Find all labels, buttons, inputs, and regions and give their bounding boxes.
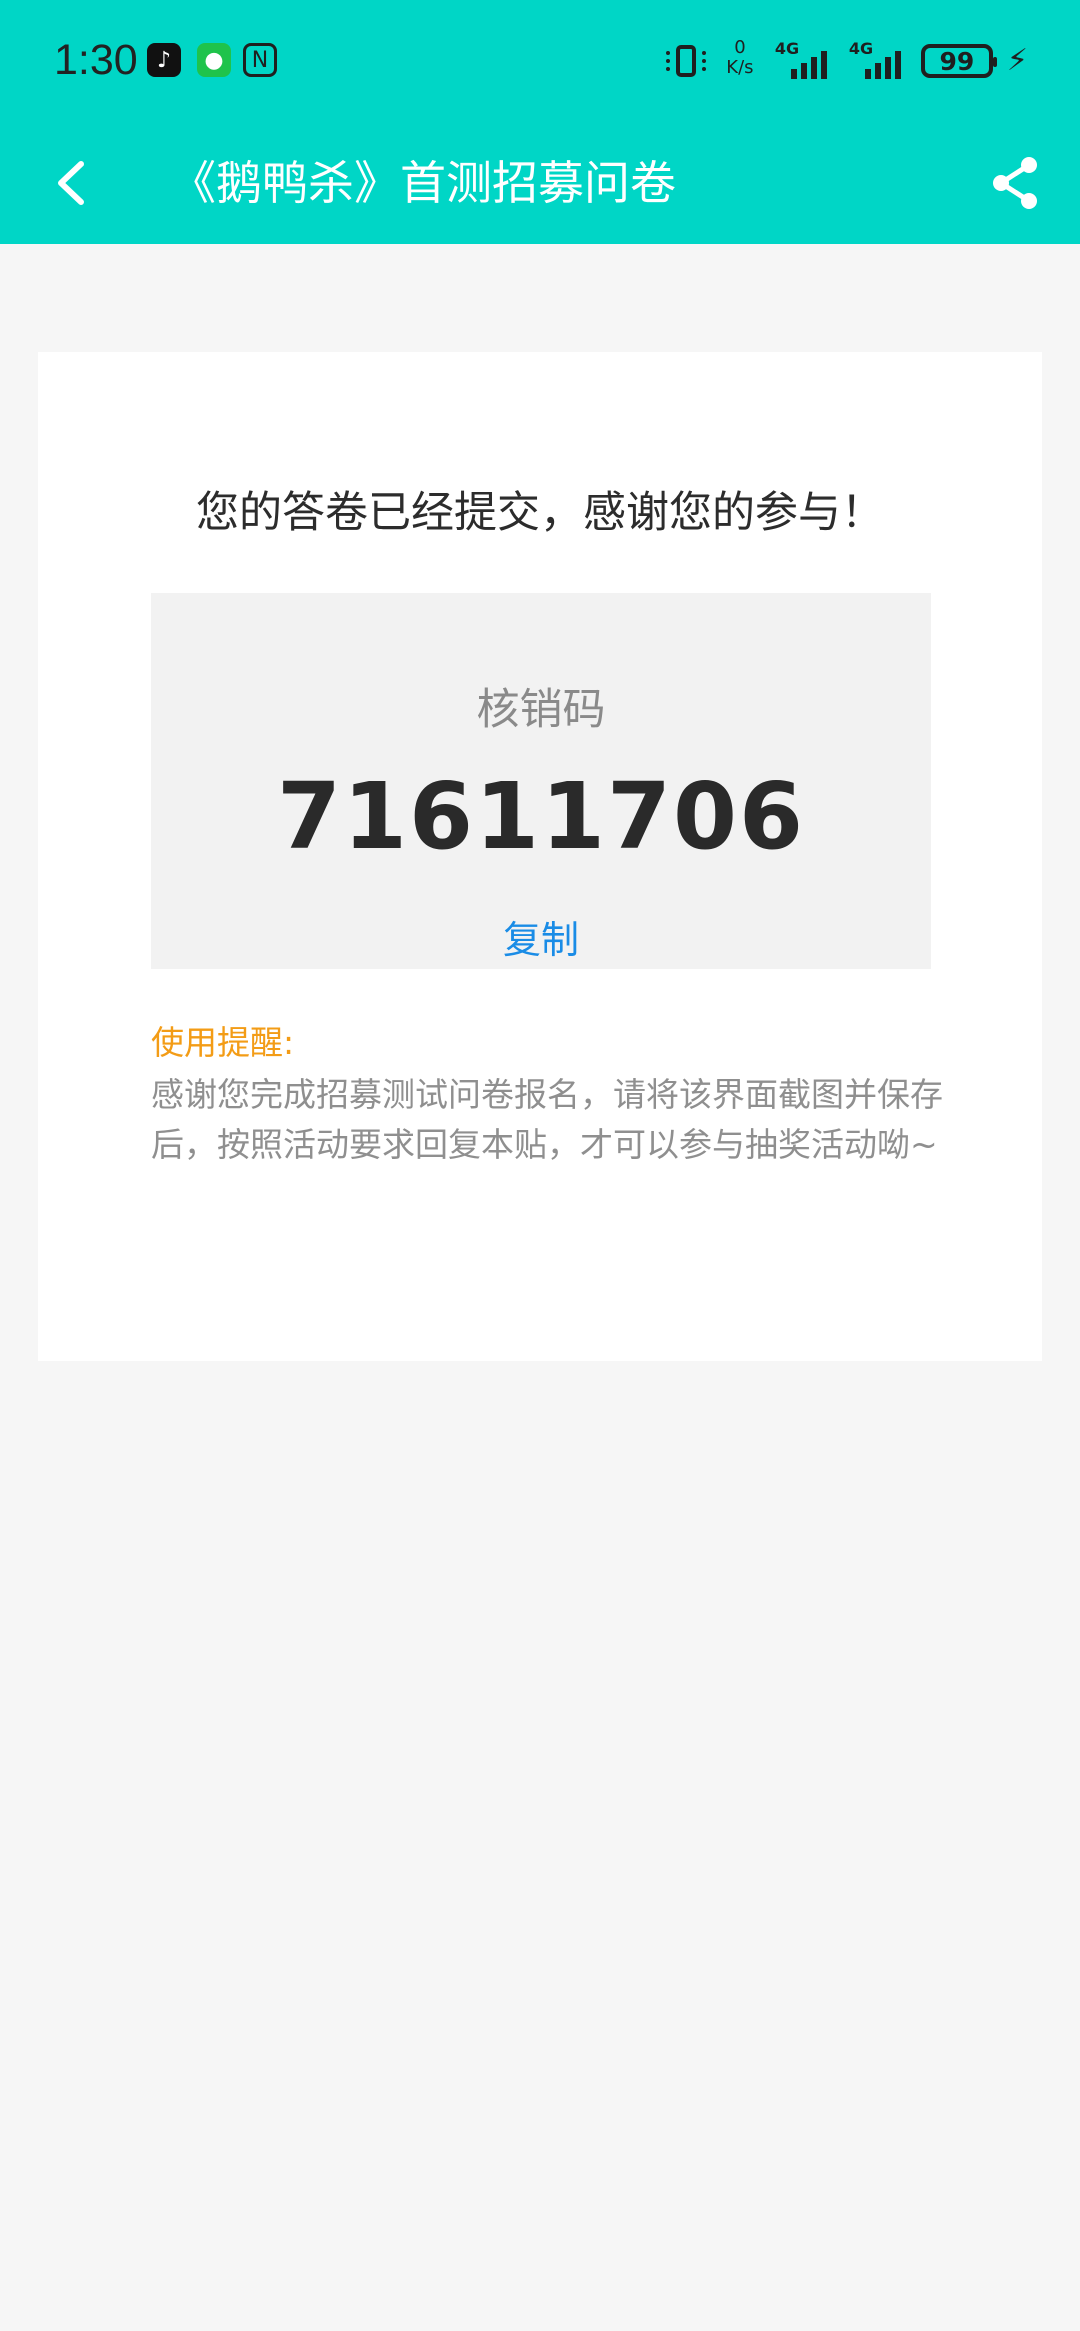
copy-button[interactable]: 复制 (441, 909, 641, 964)
status-time: 1:30 (54, 36, 138, 84)
reminder-title: 使用提醒: (151, 1023, 295, 1062)
network-speed: 0 K/s (721, 38, 759, 84)
redemption-code-value: 71611706 (276, 763, 806, 870)
result-card: 您的答卷已经提交，感谢您的参与！ 核销码 71611706 复制 使用提醒: 感… (38, 352, 1042, 1361)
share-icon (993, 157, 1037, 209)
app-bar: 《鹅鸭杀》首测招募问卷 (0, 126, 1080, 244)
network-speed-unit: K/s (726, 57, 754, 78)
redemption-code-box: 核销码 71611706 复制 (151, 593, 931, 969)
nfc-icon: N (243, 43, 277, 77)
submission-thanks-text: 您的答卷已经提交，感谢您的参与！ (196, 488, 884, 538)
wechat-icon: ● (197, 43, 231, 77)
reminder-body: 感谢您完成招募测试问卷报名，请将该界面截图并保存后，按照活动要求回复本贴，才可以… (151, 1075, 943, 1164)
charging-icon: ⚡ (1006, 43, 1028, 78)
tiktok-icon: ♪ (147, 43, 181, 77)
battery-level: 99 (939, 46, 975, 76)
back-button[interactable] (36, 148, 106, 218)
signal-icon-sim2: 4G (847, 39, 907, 83)
battery-icon: 99 (920, 44, 997, 78)
status-bar: 1:30 ♪ ● N 0 K/s 4G 4G 99 ⚡ (0, 0, 1080, 126)
redemption-code-label: 核销码 (476, 685, 606, 735)
page-title: 《鹅鸭杀》首测招募问卷 (170, 156, 676, 210)
network-speed-value: 0 (734, 37, 746, 58)
share-button[interactable] (980, 148, 1050, 218)
status-indicators: 0 K/s 4G 4G 99 ⚡ (665, 38, 1028, 84)
chevron-left-icon (58, 161, 84, 205)
signal-icon-sim1: 4G (773, 39, 833, 83)
vibrate-icon (665, 42, 707, 80)
